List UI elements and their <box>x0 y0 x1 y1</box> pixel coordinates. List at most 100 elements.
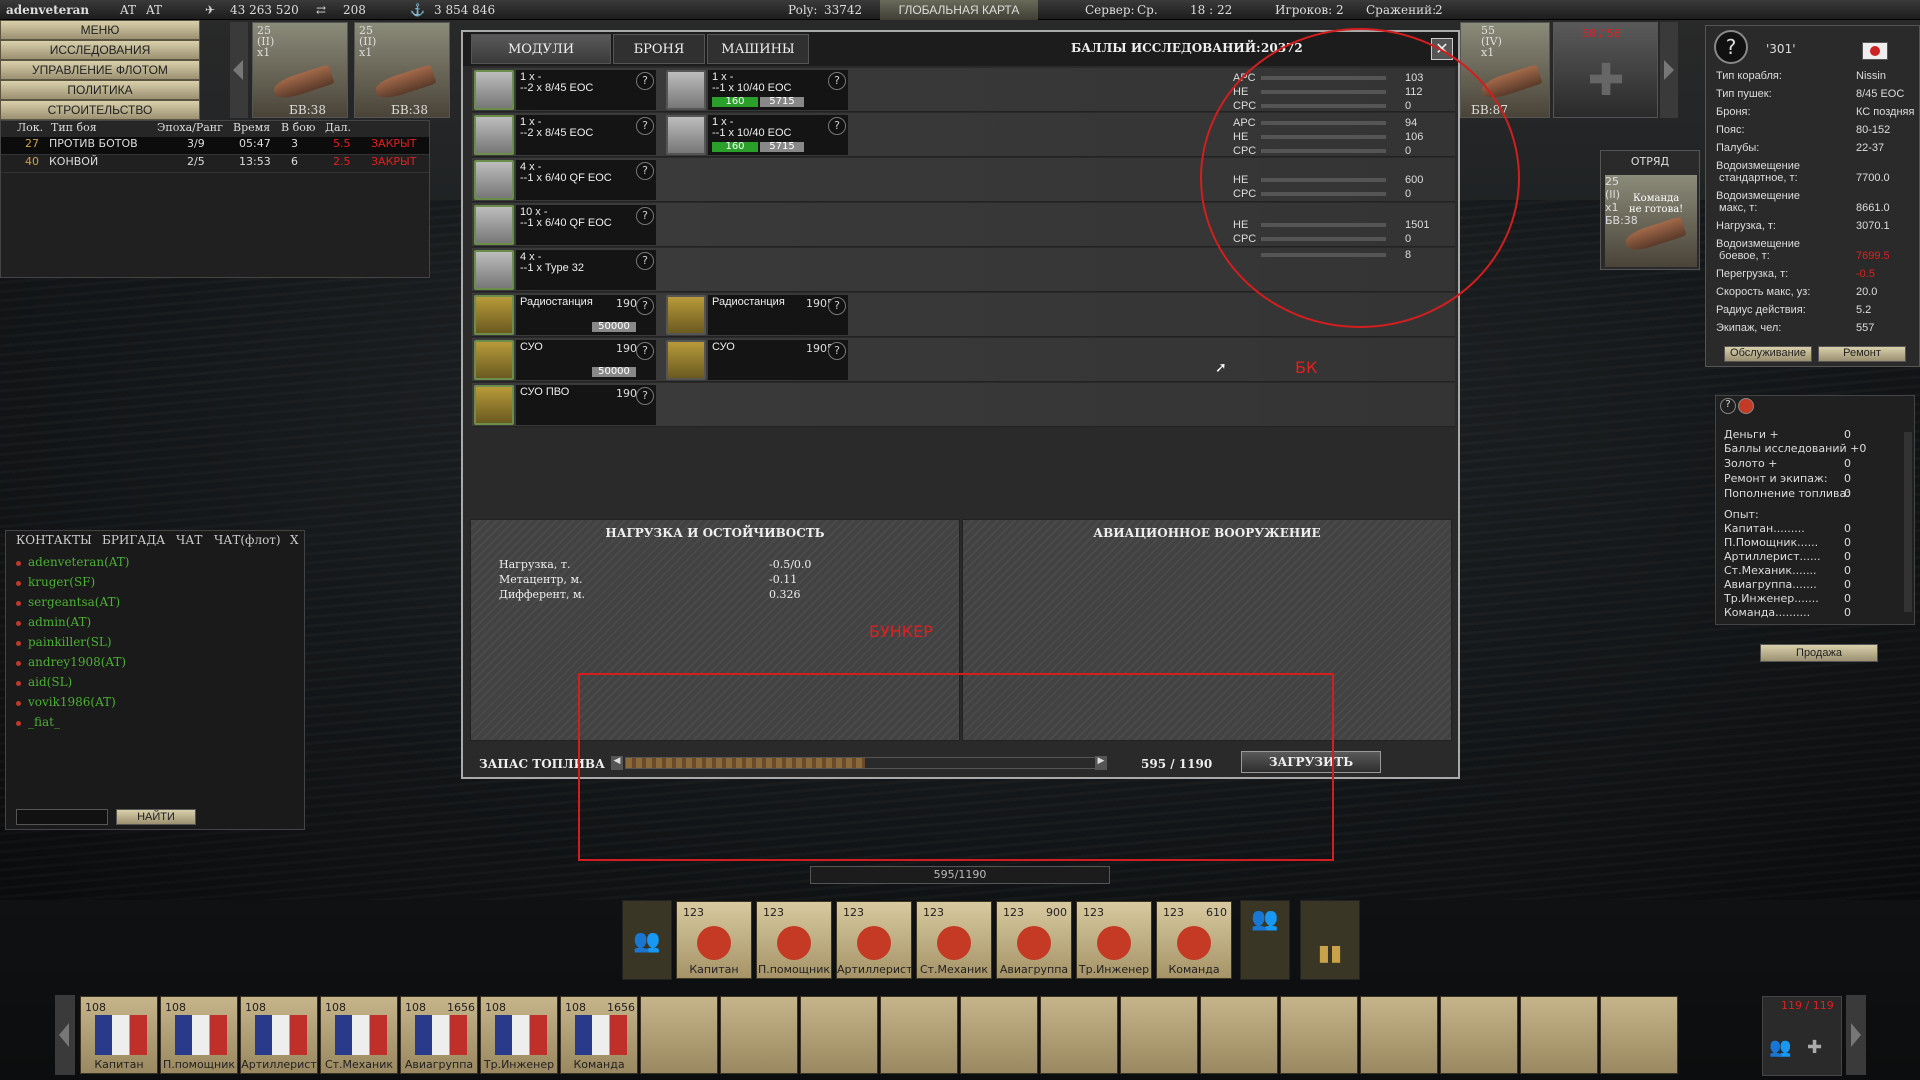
turret-upgrade-icon[interactable] <box>666 115 706 155</box>
tab-armor[interactable]: БРОНЯ <box>613 34 705 64</box>
help-icon[interactable]: ? <box>636 117 654 135</box>
ship-help-icon[interactable]: ? <box>1714 30 1748 64</box>
help-icon[interactable]: ? <box>636 252 654 270</box>
battle-row[interactable]: 40 КОНВОЙ 2/5 13:53 6 2.5 ЗАКРЫТ <box>1 155 429 173</box>
reserve-crew-slot[interactable]: 108 1656 Команда <box>560 996 638 1074</box>
help-icon[interactable]: ? <box>636 207 654 225</box>
help-icon[interactable]: ? <box>1720 398 1736 414</box>
contact-item[interactable]: andrey1908(AT) <box>12 655 292 675</box>
tab-brigade[interactable]: БРИГАДА <box>102 533 165 549</box>
help-icon[interactable]: ? <box>636 297 654 315</box>
secondary-gun-icon[interactable] <box>474 160 514 200</box>
empty-reserve-slot[interactable] <box>1360 996 1438 1074</box>
menu-item-politics[interactable]: ПОЛИТИКА <box>0 80 200 100</box>
empty-reserve-slot[interactable] <box>640 996 718 1074</box>
turret-upgrade-icon[interactable] <box>666 70 706 110</box>
empty-ship-slot[interactable]: 58 / 58 ✚ <box>1553 22 1658 118</box>
binoculars-icon[interactable] <box>474 385 514 425</box>
reserve-crew-slot[interactable]: 108 Артиллерист <box>240 996 318 1074</box>
tab-contacts[interactable]: КОНТАКТЫ <box>16 533 92 549</box>
upgrade-cost-credits: 5715 <box>760 97 804 107</box>
crew-slot[interactable]: 123 Артиллерист <box>836 901 912 979</box>
menu-item-build[interactable]: СТРОИТЕЛЬСТВО <box>0 100 200 120</box>
contact-item[interactable]: kruger(SF) <box>12 575 292 595</box>
lock-icon[interactable] <box>474 295 514 335</box>
help-icon[interactable]: ? <box>636 387 654 405</box>
empty-reserve-slot[interactable] <box>880 996 958 1074</box>
empty-reserve-slot[interactable] <box>1600 996 1678 1074</box>
contact-item[interactable]: admin(AT) <box>12 615 292 635</box>
ship-card[interactable]: 25 (II) x1 БВ:38 <box>252 22 348 118</box>
reserve-scroll-left[interactable] <box>55 995 75 1075</box>
binoculars-icon[interactable] <box>666 340 706 380</box>
empty-reserve-slot[interactable] <box>1440 996 1518 1074</box>
contact-item[interactable]: _fiat_ <box>12 715 292 735</box>
plus-icon[interactable]: ✚ <box>1807 1037 1822 1058</box>
battle-row[interactable]: 27 ПРОТИВ БОТОВ 3/9 05:47 3 5.5 ЗАКРЫТ <box>1 137 429 155</box>
crew-group-button[interactable]: 👥 <box>622 900 672 980</box>
help-icon[interactable]: ? <box>636 342 654 360</box>
small-gun-icon[interactable] <box>474 205 514 245</box>
ship-card[interactable]: 25 (II) x1 БВ:38 <box>354 22 450 118</box>
empty-reserve-slot[interactable] <box>1120 996 1198 1074</box>
contact-item[interactable]: sergeantsa(AT) <box>12 595 292 615</box>
crew-slot[interactable]: 123 Капитан <box>676 901 752 979</box>
reserve-crew-slot[interactable]: 108 Капитан <box>80 996 158 1074</box>
ships-scroll-right[interactable] <box>1660 22 1678 118</box>
crew-slot[interactable]: 123 Ст.Механик <box>916 901 992 979</box>
binoculars-icon[interactable] <box>474 340 514 380</box>
help-icon[interactable]: ? <box>828 72 846 90</box>
close-contacts-button[interactable]: X <box>290 533 299 549</box>
contact-item[interactable]: vovik1986(AT) <box>12 695 292 715</box>
sell-button[interactable]: Продажа <box>1760 644 1878 662</box>
ammo-button[interactable]: ▮▮ <box>1300 900 1360 980</box>
contact-item[interactable]: painkiller(SL) <box>12 635 292 655</box>
empty-reserve-slot[interactable] <box>1280 996 1358 1074</box>
contact-item[interactable]: aid(SL) <box>12 675 292 695</box>
empty-reserve-slot[interactable] <box>1520 996 1598 1074</box>
load-label: Нагрузка, т. <box>499 558 571 571</box>
empty-reserve-slot[interactable] <box>960 996 1038 1074</box>
service-button[interactable]: Обслуживание <box>1724 346 1812 362</box>
empty-reserve-slot[interactable] <box>720 996 798 1074</box>
crew-slot[interactable]: 123 610 Команда <box>1156 901 1232 979</box>
tab-modules[interactable]: МОДУЛИ <box>471 34 611 64</box>
empty-reserve-slot[interactable] <box>1200 996 1278 1074</box>
help-icon[interactable]: ? <box>828 342 846 360</box>
crew-icon[interactable]: 👥 <box>1769 1037 1791 1058</box>
reserve-crew-slot[interactable]: 108 П.помощник <box>160 996 238 1074</box>
help-icon[interactable]: ? <box>636 162 654 180</box>
global-map-button[interactable]: ГЛОБАЛЬНАЯ КАРТА <box>880 0 1038 20</box>
torpedo-icon[interactable] <box>474 250 514 290</box>
crew-manage-button[interactable]: 👥 <box>1240 900 1290 980</box>
find-button[interactable]: НАЙТИ <box>116 809 196 825</box>
menu-item-research[interactable]: ИССЛЕДОВАНИЯ <box>0 40 200 60</box>
tab-fleet-chat[interactable]: ЧАТ(флот) <box>214 533 281 549</box>
reserve-crew-slot[interactable]: 108 Тр.Инженер <box>480 996 558 1074</box>
crew-slot[interactable]: 123 П.помощник <box>756 901 832 979</box>
empty-reserve-slot[interactable] <box>1040 996 1118 1074</box>
help-icon[interactable]: ? <box>636 72 654 90</box>
repair-button[interactable]: Ремонт <box>1818 346 1906 362</box>
ship-stat: Водоизмещение боевое, т: 7699.5 <box>1716 238 1890 262</box>
turret-icon[interactable] <box>474 70 514 110</box>
help-icon[interactable]: ? <box>828 297 846 315</box>
crew-slot[interactable]: 123 Тр.Инженер <box>1076 901 1152 979</box>
scrollbar[interactable] <box>1904 432 1912 612</box>
tab-engines[interactable]: МАШИНЫ <box>707 34 809 64</box>
squad-ship[interactable]: 25 (II) x1 Команда не готова! БВ:38 <box>1605 175 1697 267</box>
crew-slot[interactable]: 123 900 Авиагруппа <box>996 901 1072 979</box>
ships-scroll-left[interactable] <box>230 22 248 118</box>
reserve-crew-slot[interactable]: 108 Ст.Механик <box>320 996 398 1074</box>
menu-item-fleet[interactable]: УПРАВЛЕНИЕ ФЛОТОМ <box>0 60 200 80</box>
empty-reserve-slot[interactable] <box>800 996 878 1074</box>
lock-icon[interactable] <box>666 295 706 335</box>
turret-icon[interactable] <box>474 115 514 155</box>
reserve-crew-slot[interactable]: 108 1656 Авиагруппа <box>400 996 478 1074</box>
reserve-scroll-right[interactable] <box>1846 995 1866 1075</box>
search-input[interactable] <box>16 809 108 825</box>
tab-chat[interactable]: ЧАТ <box>176 533 202 549</box>
contact-item[interactable]: adenveteran(AT) <box>12 555 292 575</box>
help-icon[interactable]: ? <box>828 117 846 135</box>
menu-item-menu[interactable]: МЕНЮ <box>0 20 200 40</box>
